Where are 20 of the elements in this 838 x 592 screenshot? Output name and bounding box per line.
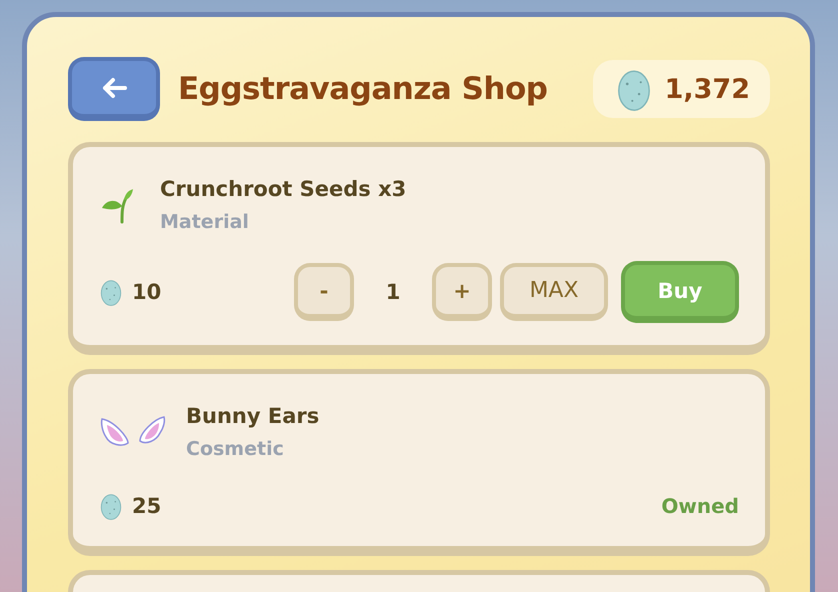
egg-icon	[100, 278, 122, 306]
back-arrow-icon	[101, 76, 127, 98]
max-button[interactable]: MAX	[500, 263, 608, 321]
bunny-ears-icon	[100, 415, 166, 449]
owned-label: Owned	[661, 493, 739, 520]
back-button[interactable]	[68, 57, 160, 121]
sprout-icon	[100, 186, 134, 224]
item-category: Cosmetic	[186, 438, 285, 460]
item-name: Bunny Ears	[186, 404, 320, 428]
item-category: Material	[160, 211, 250, 233]
egg-icon	[100, 492, 122, 520]
item-name: Crunchroot Seeds x3	[160, 177, 406, 201]
buy-button[interactable]: Buy	[621, 261, 739, 323]
decrement-button[interactable]: -	[294, 263, 354, 321]
increment-button[interactable]: +	[432, 263, 492, 321]
quantity-value: 1	[384, 280, 402, 304]
shop-title: Eggstravaganza Shop	[178, 71, 548, 107]
egg-balance: 1,372	[664, 74, 750, 104]
item-price: 25	[132, 494, 162, 518]
item-price: 10	[132, 280, 162, 304]
